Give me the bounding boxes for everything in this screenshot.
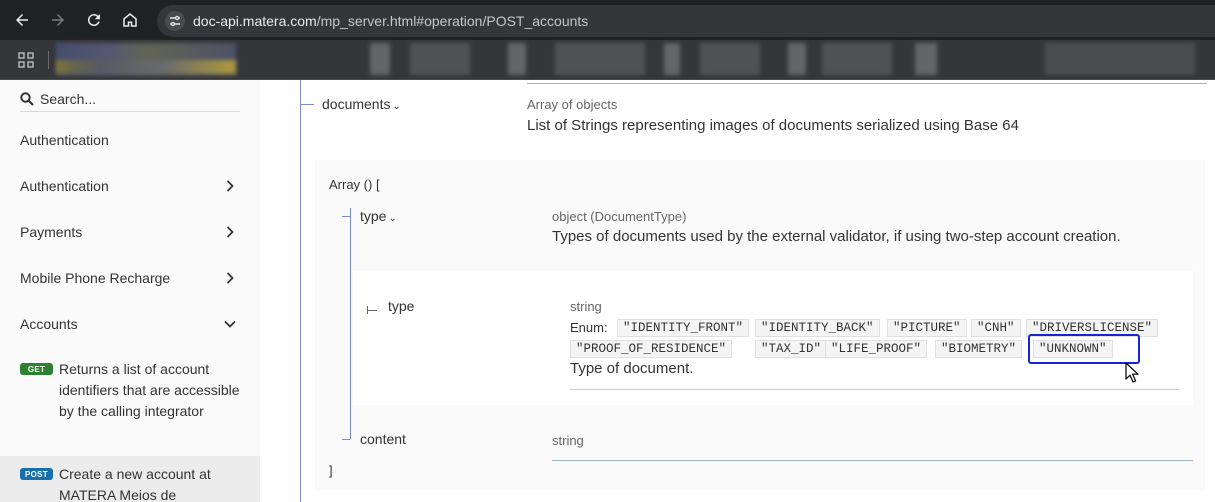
forward-button[interactable] [46,8,70,32]
array-open-label: Array () [ [329,177,380,192]
tree-line [350,208,351,439]
blurred-bookmark [788,43,806,75]
tree-line [300,80,301,502]
property-name: documents [322,96,391,112]
property-description: Type of document. [570,360,694,377]
chevron-down-icon: ⌄ [392,101,401,112]
address-bar[interactable]: doc-api.matera.com/mp_server.html#operat… [157,5,1215,37]
property-type: string [552,433,584,448]
highlight-box [1028,334,1140,364]
property-description: List of Strings representing images of d… [527,117,1019,134]
tree-connector [342,216,350,217]
sidebar-item-label: Payments [20,224,83,240]
enum-value: "TAX_ID" [755,340,828,358]
sidebar-operation-get-accounts[interactable]: GET Returns a list of account identifier… [0,351,260,445]
property-type-object[interactable]: type ⌄ [360,208,397,224]
enum-value: "BIOMETRY" [935,340,1023,358]
enum-value: "PICTURE" [887,319,967,337]
chevron-right-icon [226,226,234,238]
method-badge-get: GET [20,363,53,375]
arrow-left-icon [16,14,28,26]
blurred-bookmark [915,43,937,75]
sidebar-operation-post-accounts[interactable]: POST Create a new account at MATERA Meio… [0,456,260,502]
sidebar-item-mobile-phone-recharge[interactable]: Mobile Phone Recharge [0,256,260,300]
tree-connector [300,104,314,105]
sidebar-item-label: Mobile Phone Recharge [20,270,171,286]
sidebar-item-label: Authentication [20,178,109,194]
main-content: documents ⌄ Array of objects List of Stri… [260,80,1215,502]
back-button[interactable] [10,8,34,32]
enum-value: "PROOF_OF_RESIDENCE" [570,340,733,358]
search-box [20,88,240,112]
sidebar-item-authentication-group[interactable]: Authentication [0,164,260,208]
mouse-cursor-icon [1125,362,1139,383]
property-name: type [360,208,387,224]
sidebar: Authentication Authentication Payments M… [0,80,260,502]
property-type: Array of objects [527,97,618,112]
browser-toolbar: doc-api.matera.com/mp_server.html#operat… [0,0,1215,40]
property-name: content [360,431,406,447]
property-documents[interactable]: documents ⌄ [322,96,401,112]
blurred-bookmark-icons [56,60,236,74]
blurred-bookmark [555,43,645,75]
operation-label: Returns a list of account identifiers th… [59,361,240,419]
enum-value: "IDENTITY_BACK" [755,319,880,337]
url-path: /mp_server.html#operation/POST_accounts [316,13,589,29]
apps-grid-icon[interactable] [18,52,34,68]
blurred-bookmark [370,43,390,75]
enum-panel: type string Enum: "IDENTITY_FRONT" "IDEN… [353,271,1193,405]
divider [527,83,1207,84]
blurred-bookmark [508,43,526,75]
sidebar-item-label: Accounts [20,316,78,332]
chevron-down-icon: ⌄ [388,213,397,224]
search-input[interactable] [40,89,236,109]
method-badge-post: POST [20,468,53,480]
sidebar-item-accounts[interactable]: Accounts [0,302,260,346]
property-type: string [570,299,602,314]
property-type: object (DocumentType) [552,209,687,224]
tune-icon [170,15,180,27]
array-close-label: ] [329,463,333,478]
operation-label: Create a new account at MATERA Meios de [59,466,211,502]
chevron-right-icon [226,180,234,192]
divider [552,460,1193,461]
home-icon [123,13,137,27]
url-text: doc-api.matera.com/mp_server.html#operat… [193,13,588,29]
tree-connector [342,439,350,440]
bookmarks-bar [0,40,1215,80]
blurred-bookmark [1045,43,1195,75]
property-type-string[interactable]: type [388,298,414,314]
bookmarks-separator [48,51,49,69]
property-description: Types of documents used by the external … [552,228,1121,245]
chevron-down-icon [224,320,236,328]
property-name: type [388,298,415,314]
sidebar-item-payments[interactable]: Payments [0,210,260,254]
divider [570,389,1179,390]
enum-value: "IDENTITY_FRONT" [617,319,750,337]
blurred-bookmark [700,43,760,75]
home-button[interactable] [118,8,142,32]
arrow-right-icon [52,14,64,26]
blurred-bookmark [410,43,470,75]
reload-icon [87,14,100,27]
sidebar-item-label: Authentication [20,132,109,148]
search-icon [20,92,34,106]
reload-button[interactable] [82,8,106,32]
url-host: doc-api.matera.com [193,13,317,29]
sidebar-item-authentication[interactable]: Authentication [0,118,260,162]
blurred-bookmark [822,43,892,75]
property-content[interactable]: content [360,431,406,447]
enum-value: "CNH" [971,319,1021,337]
tree-connector [367,310,377,311]
blurred-bookmark [664,43,680,75]
enum-value: "LIFE_PROOF" [825,340,928,358]
site-info-button[interactable] [165,11,185,31]
enum-label: Enum: [570,320,608,335]
chevron-right-icon [226,272,234,284]
